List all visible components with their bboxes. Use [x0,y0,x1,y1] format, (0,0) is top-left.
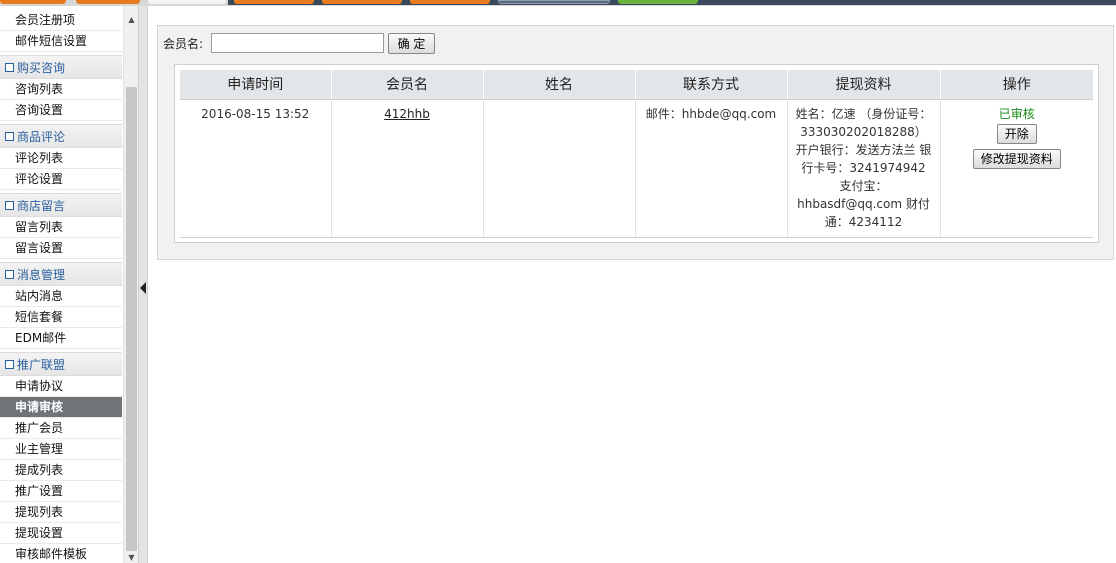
column-header-contact: 联系方式 [635,70,788,100]
application-list: 申请时间 会员名 姓名 联系方式 提现资料 操作 2016-08-15 13:5… [174,64,1099,243]
sidebar-scrollbar[interactable]: ▲ ▼ [123,6,138,563]
sidebar-item-application-agreement[interactable]: 申请协议 [0,376,122,397]
confirm-button[interactable]: 确 定 [388,33,435,54]
sidebar-item-withdraw-list[interactable]: 提现列表 [0,502,122,523]
top-tab[interactable] [410,0,490,4]
collapse-box-icon [5,201,14,210]
collapse-box-icon [5,63,14,72]
sidebar-item-message-settings[interactable]: 留言设置 [0,238,122,259]
sidebar-item-owner-management[interactable]: 业主管理 [0,439,122,460]
table-header-row: 申请时间 会员名 姓名 联系方式 提现资料 操作 [180,70,1093,100]
collapse-box-icon [5,132,14,141]
cell-member-name: 412hhb [331,99,484,238]
top-tab[interactable] [0,0,66,4]
column-header-withdraw-info: 提现资料 [787,70,941,100]
cell-real-name [483,99,636,238]
sidebar-item-review-settings[interactable]: 评论设置 [0,169,122,190]
sidebar-group-affiliate[interactable]: 推广联盟 [0,352,122,376]
main-content: 会员名: 确 定 申请时间 会员名 姓名 联系方式 提现资料 操作 2016-0… [149,6,1116,563]
top-tab[interactable] [618,0,698,4]
sidebar-group-store-messages[interactable]: 商店留言 [0,193,122,217]
sidebar-item-review-email-template[interactable]: 审核邮件模板 [0,544,122,563]
sidebar-item-consult-settings[interactable]: 咨询设置 [0,100,122,121]
edit-withdraw-info-button[interactable]: 修改提现资料 [972,148,1061,169]
sidebar-item-withdraw-settings[interactable]: 提现设置 [0,523,122,544]
sidebar-item-affiliate-members[interactable]: 推广会员 [0,418,122,439]
sidebar-item-consult-list[interactable]: 咨询列表 [0,79,122,100]
sidebar-item-site-messages[interactable]: 站内消息 [0,286,122,307]
sidebar-item-email-sms-settings[interactable]: 邮件短信设置 [0,31,122,52]
top-tab[interactable] [234,0,314,4]
column-header-member-name: 会员名 [331,70,484,100]
sidebar: 会员注册项 邮件短信设置 购买咨询 咨询列表 咨询设置 商品评论 评论列表 评论… [0,6,123,563]
sidebar-item-affiliate-settings[interactable]: 推广设置 [0,481,122,502]
column-header-actions: 操作 [940,70,1093,100]
collapse-left-arrow-icon[interactable] [140,282,146,294]
sidebar-item-application-review[interactable]: 申请审核 [0,397,122,418]
top-tab[interactable] [322,0,402,4]
sidebar-item-member-registration[interactable]: 会员注册项 [0,10,122,31]
application-table: 申请时间 会员名 姓名 联系方式 提现资料 操作 2016-08-15 13:5… [180,70,1093,238]
column-header-apply-time: 申请时间 [180,70,332,100]
member-name-input[interactable] [211,33,384,53]
cell-apply-time: 2016-08-15 13:52 [180,99,332,238]
collapse-box-icon [5,270,14,279]
sidebar-item-commission-list[interactable]: 提成列表 [0,460,122,481]
column-header-real-name: 姓名 [483,70,636,100]
expel-button[interactable]: 开除 [996,123,1037,144]
sidebar-collapse-splitter[interactable] [138,6,148,563]
sidebar-group-purchase-consult[interactable]: 购买咨询 [0,55,122,79]
member-name-label: 会员名: [163,37,204,51]
sidebar-group-message-management[interactable]: 消息管理 [0,262,122,286]
collapse-box-icon [5,360,14,369]
table-row: 2016-08-15 13:52 412hhb 邮件：hhbde@qq.com … [180,99,1093,238]
cell-actions: 已审核 开除 修改提现资料 [940,99,1093,238]
scroll-up-arrow-icon[interactable]: ▲ [124,15,139,24]
content-panel: 会员名: 确 定 申请时间 会员名 姓名 联系方式 提现资料 操作 2016-0… [157,25,1114,260]
top-tab-active[interactable] [148,0,226,4]
sidebar-group-product-reviews[interactable]: 商品评论 [0,124,122,148]
sidebar-item-sms-packages[interactable]: 短信套餐 [0,307,122,328]
top-tab[interactable] [498,0,610,4]
scroll-down-arrow-icon[interactable]: ▼ [124,553,139,562]
cell-contact: 邮件：hhbde@qq.com [635,99,788,238]
sidebar-item-message-list[interactable]: 留言列表 [0,217,122,238]
member-name-link[interactable]: 412hhb [384,107,430,121]
cell-withdraw-info: 姓名：亿速 （身份证号：333030202018288） 开户银行：发送方法兰 … [787,99,941,238]
top-tab[interactable] [76,0,140,4]
scrollbar-thumb[interactable] [126,87,137,551]
sidebar-item-review-list[interactable]: 评论列表 [0,148,122,169]
status-reviewed: 已审核 [998,106,1035,121]
sidebar-item-edm-mail[interactable]: EDM邮件 [0,328,122,349]
